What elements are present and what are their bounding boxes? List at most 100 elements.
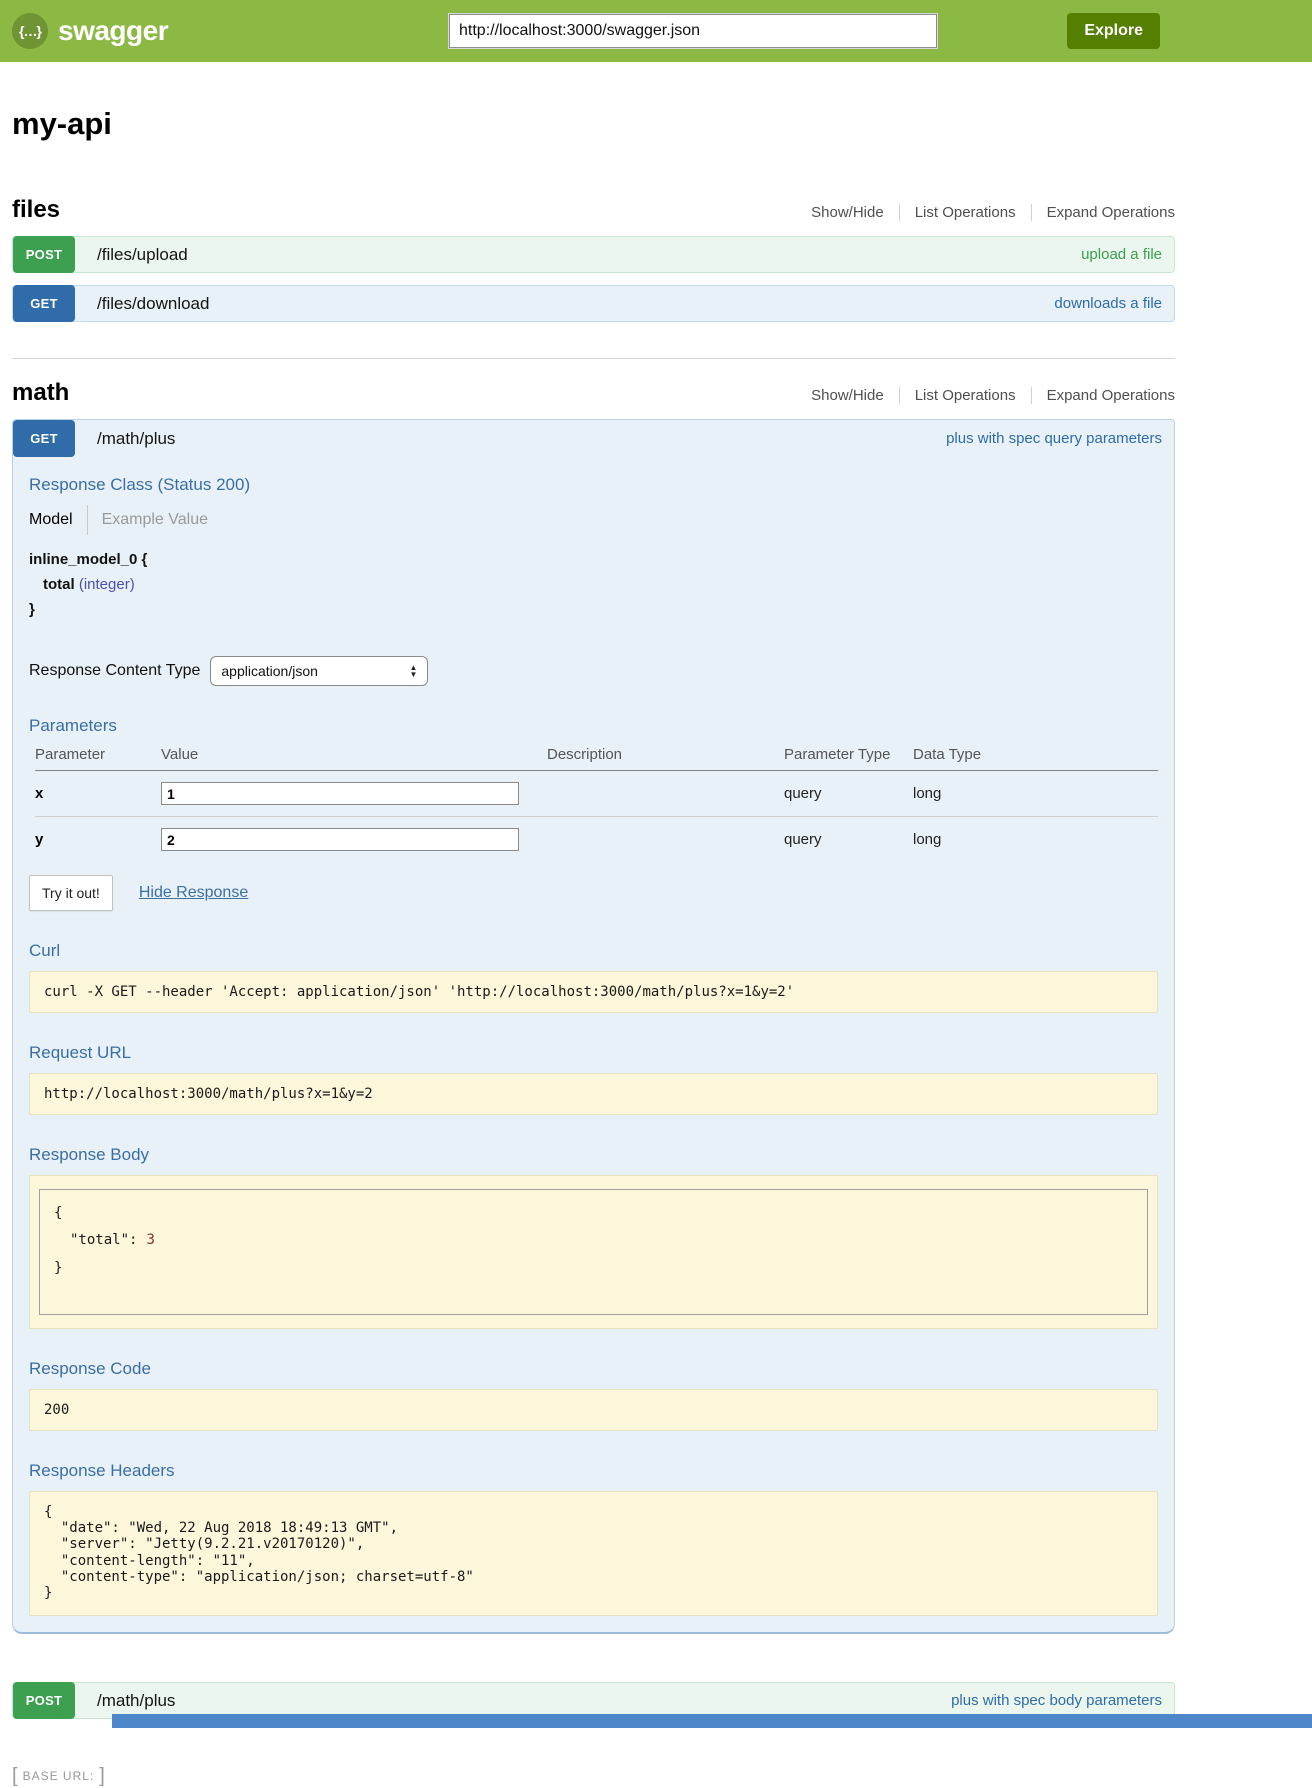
- show-hide-link[interactable]: Show/Hide: [811, 387, 884, 404]
- operation-row-post-files-upload[interactable]: POST /files/upload upload a file: [12, 236, 1175, 273]
- property-type: (integer): [79, 576, 135, 593]
- expand-operations-link[interactable]: Expand Operations: [1031, 204, 1175, 221]
- parameter-data-type: long: [913, 771, 1158, 817]
- resource-controls-files: Show/Hide List Operations Expand Operati…: [811, 204, 1175, 221]
- method-badge-get: GET: [13, 285, 75, 322]
- resource-header-files: files Show/Hide List Operations Expand O…: [12, 196, 1175, 224]
- select-arrows-icon: ▲▼: [409, 664, 417, 678]
- column-header-parameter-type: Parameter Type: [784, 738, 913, 771]
- model-property-line: total (integer): [29, 572, 1158, 597]
- parameter-x-input[interactable]: [161, 782, 519, 805]
- resource-title-files: files: [12, 196, 60, 224]
- operation-summary[interactable]: plus with spec query parameters: [946, 430, 1162, 447]
- swagger-logo-icon: {…}: [12, 13, 48, 49]
- operation-path[interactable]: /files/upload: [97, 245, 188, 265]
- operation-detail-panel: Response Class (Status 200) Model Exampl…: [13, 457, 1174, 1632]
- page-title: my-api: [12, 106, 1175, 142]
- braces-glyph: {…}: [19, 23, 41, 39]
- response-content-type-label: Response Content Type: [29, 662, 200, 680]
- operation-row-get-files-download[interactable]: GET /files/download downloads a file: [12, 285, 1175, 322]
- selected-content-type: application/json: [221, 663, 318, 679]
- response-body-block: { "total": 3 }: [29, 1175, 1158, 1329]
- method-badge-get: GET: [13, 420, 75, 457]
- brand-name: swagger: [58, 15, 168, 47]
- response-code-value: 200: [29, 1389, 1158, 1431]
- resource-title-math: math: [12, 379, 69, 407]
- tab-separator: [87, 505, 88, 535]
- operation-expanded-get-math-plus: GET /math/plus plus with spec query para…: [12, 419, 1175, 1634]
- json-open-brace: {: [54, 1200, 1133, 1227]
- resource-header-math: math Show/Hide List Operations Expand Op…: [12, 379, 1175, 407]
- parameter-description: [547, 817, 784, 863]
- operation-row-get-math-plus[interactable]: GET /math/plus plus with spec query para…: [13, 420, 1174, 457]
- try-it-out-row: Try it out! Hide Response: [29, 875, 1158, 911]
- tab-example-value[interactable]: Example Value: [102, 511, 208, 529]
- parameter-type: query: [784, 817, 913, 863]
- bracket-open: [: [12, 1765, 18, 1788]
- bracket-close: ]: [99, 1765, 105, 1788]
- json-value: 3: [146, 1232, 154, 1248]
- property-name: total: [43, 576, 75, 593]
- column-header-description: Description: [547, 738, 784, 771]
- column-header-data-type: Data Type: [913, 738, 1158, 771]
- parameter-y-input[interactable]: [161, 828, 519, 851]
- operation-path[interactable]: /files/download: [97, 294, 209, 314]
- response-class-heading: Response Class (Status 200): [29, 475, 1158, 495]
- parameter-name: y: [35, 817, 161, 863]
- hide-response-link[interactable]: Hide Response: [139, 884, 248, 902]
- response-content-type-row: Response Content Type application/json ▲…: [29, 656, 1158, 686]
- spec-url-input[interactable]: [449, 14, 937, 48]
- operation-summary[interactable]: plus with spec body parameters: [951, 1692, 1162, 1709]
- column-header-value: Value: [161, 738, 547, 771]
- curl-command: curl -X GET --header 'Accept: applicatio…: [29, 971, 1158, 1013]
- parameter-name: x: [35, 771, 161, 817]
- parameters-header-row: Parameter Value Description Parameter Ty…: [35, 738, 1158, 771]
- operation-summary[interactable]: downloads a file: [1054, 295, 1162, 312]
- json-total-line: "total": 3: [54, 1227, 1133, 1254]
- response-body-heading: Response Body: [29, 1145, 1158, 1165]
- method-badge-post: POST: [13, 236, 75, 273]
- parameter-data-type: long: [913, 817, 1158, 863]
- try-it-out-button[interactable]: Try it out!: [29, 875, 113, 911]
- curl-heading: Curl: [29, 941, 1158, 961]
- response-headers-heading: Response Headers: [29, 1461, 1158, 1481]
- parameters-table: Parameter Value Description Parameter Ty…: [35, 738, 1158, 862]
- request-url-heading: Request URL: [29, 1043, 1158, 1063]
- model-signature: inline_model_0 { total (integer) }: [29, 547, 1158, 622]
- method-badge-post: POST: [13, 1682, 75, 1719]
- json-close-brace: }: [54, 1255, 1133, 1282]
- show-hide-link[interactable]: Show/Hide: [811, 204, 884, 221]
- operation-path[interactable]: /math/plus: [97, 1691, 175, 1711]
- main-content: my-api files Show/Hide List Operations E…: [12, 106, 1175, 1788]
- response-code-heading: Response Code: [29, 1359, 1158, 1379]
- swagger-ui-page: { "header": { "logo_glyph": "{…}", "bran…: [0, 0, 1312, 1728]
- parameter-row-x: x query long: [35, 771, 1158, 817]
- operation-summary[interactable]: upload a file: [1081, 246, 1162, 263]
- response-body-json: { "total": 3 }: [39, 1189, 1148, 1315]
- explore-button[interactable]: Explore: [1067, 13, 1160, 49]
- operation-path[interactable]: /math/plus: [97, 429, 175, 449]
- resource-controls-math: Show/Hide List Operations Expand Operati…: [811, 387, 1175, 404]
- list-operations-link[interactable]: List Operations: [899, 204, 1016, 221]
- top-nav-bar: {…} swagger Explore: [0, 0, 1312, 62]
- model-close-line: }: [29, 597, 1158, 622]
- base-url-label: BASE URL:: [23, 1769, 95, 1783]
- json-key: "total":: [70, 1232, 137, 1248]
- model-tabs: Model Example Value: [29, 505, 1158, 535]
- list-operations-link[interactable]: List Operations: [899, 387, 1016, 404]
- parameter-row-y: y query long: [35, 817, 1158, 863]
- tab-model[interactable]: Model: [29, 511, 73, 529]
- model-open-line: inline_model_0 {: [29, 547, 1158, 572]
- section-divider: [12, 358, 1175, 359]
- parameter-description: [547, 771, 784, 817]
- request-url-value: http://localhost:3000/math/plus?x=1&y=2: [29, 1073, 1158, 1115]
- bottom-blue-strip: [112, 1714, 1312, 1728]
- column-header-parameter: Parameter: [35, 738, 161, 771]
- parameter-type: query: [784, 771, 913, 817]
- response-headers-value: { "date": "Wed, 22 Aug 2018 18:49:13 GMT…: [29, 1491, 1158, 1616]
- response-content-type-select[interactable]: application/json ▲▼: [210, 656, 428, 686]
- expand-operations-link[interactable]: Expand Operations: [1031, 387, 1175, 404]
- swagger-brand[interactable]: {…} swagger: [12, 13, 168, 49]
- parameters-heading: Parameters: [29, 716, 1158, 736]
- base-url-footer: [ BASE URL: ]: [12, 1765, 1175, 1788]
